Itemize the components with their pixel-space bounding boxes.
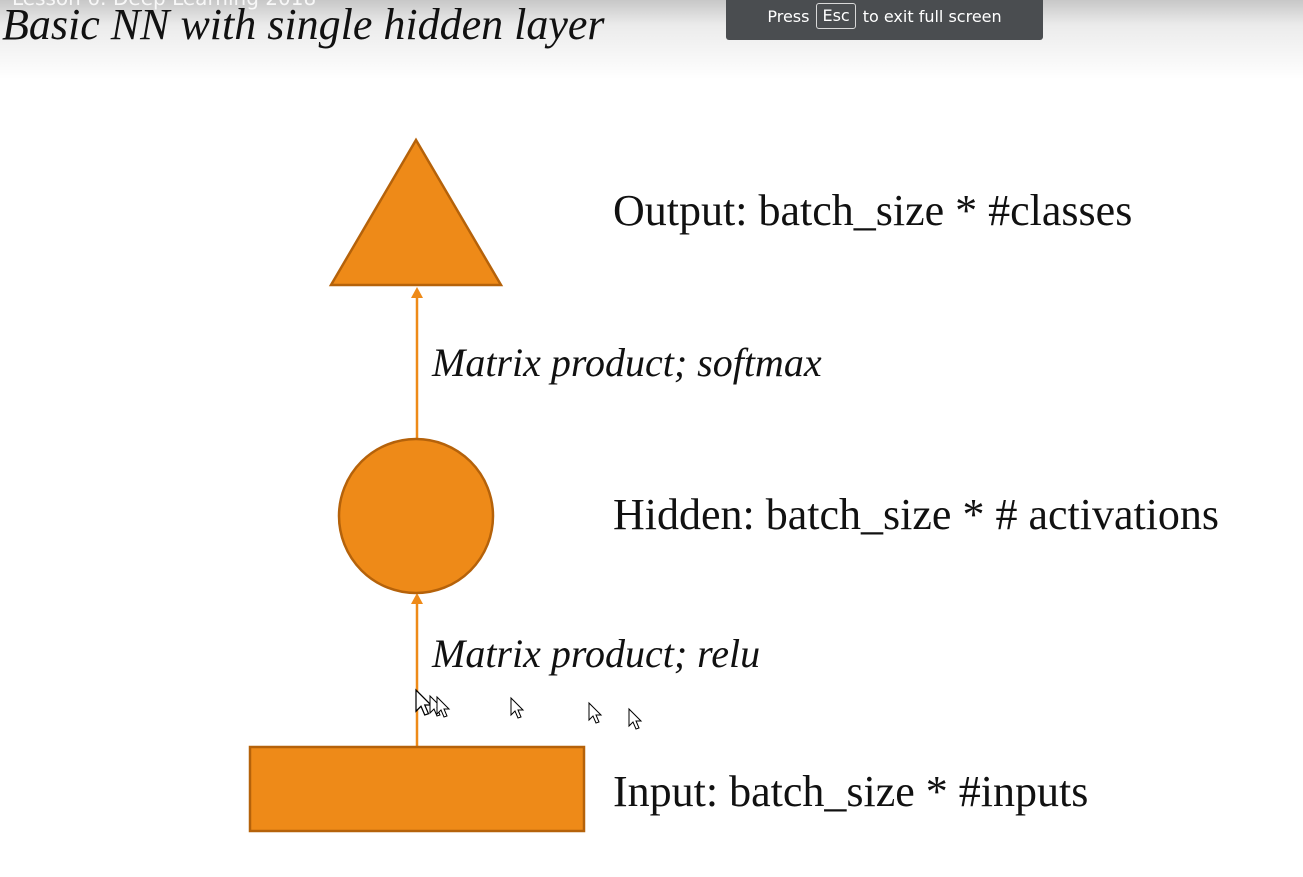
hidden-label: Hidden: batch_size * # activations [613,490,1220,539]
edge-bottom-label: Matrix product; relu [432,631,761,676]
hidden-node-circle [337,437,495,595]
input-label: Input: batch_size * #inputs [613,767,1089,816]
output-node-triangle [328,137,504,287]
arrowhead-hidden [411,593,423,604]
notice-text-before: Press [767,6,810,26]
output-label: Output: batch_size * #classes [613,186,1133,235]
network-diagram [248,137,643,833]
arrowhead-output [411,287,423,298]
slide-viewer: Lesson 6: Deep Learning 2018 Basic NN wi… [0,0,1303,877]
cursor-arrow-icon [588,701,603,724]
fullscreen-exit-notice: Press Esc to exit full screen [726,0,1043,40]
cursor-arrow-icon [628,707,643,730]
esc-key-badge: Esc [816,3,856,29]
input-node-rectangle [248,745,586,833]
notice-text-after: to exit full screen [862,6,1002,26]
edge-top-label: Matrix product; softmax [432,340,822,385]
cursor-arrow-icon [510,696,525,719]
